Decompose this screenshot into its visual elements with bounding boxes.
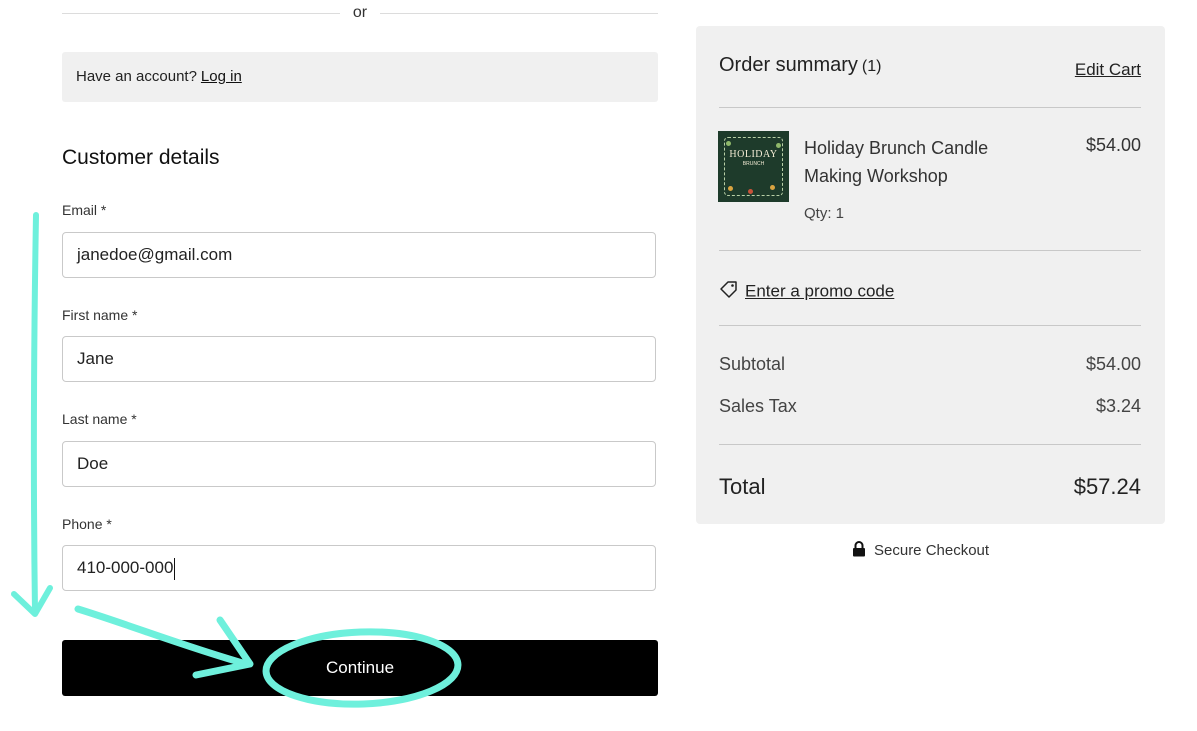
down-arrow-annotation (30, 212, 39, 615)
tag-icon (719, 279, 739, 304)
subtotal-label: Subtotal (719, 354, 786, 374)
continue-button[interactable]: Continue (62, 640, 658, 696)
product-thumbnail: HOLIDAY BRUNCH (718, 131, 789, 202)
subtotal-value: $54.00 (1085, 354, 1141, 374)
order-summary-title: Order summary (1) (719, 54, 881, 77)
total-value: $57.24 (1073, 474, 1141, 499)
summary-divider (719, 107, 1141, 108)
email-field[interactable]: janedoe@gmail.com (62, 232, 656, 278)
order-summary-label: Order summary (719, 54, 858, 76)
last-name-label: Last name * (62, 411, 137, 427)
secure-checkout-note: Secure Checkout (852, 541, 989, 561)
have-account-text: Have an account? Log in (76, 68, 242, 85)
last-name-value: Doe (77, 454, 109, 473)
edit-cart-link[interactable]: Edit Cart (1075, 60, 1141, 80)
email-label: Email * (62, 202, 107, 218)
first-name-field[interactable]: Jane (62, 336, 656, 382)
summary-divider (719, 444, 1141, 445)
summary-divider (719, 325, 1141, 326)
text-caret (174, 557, 176, 580)
divider-left-line (62, 13, 340, 14)
phone-value: 410-000-000 (77, 558, 174, 577)
product-name: Holiday Brunch Candle Making Workshop (804, 138, 989, 186)
sales-tax-value: $3.24 (1095, 396, 1141, 416)
have-account-banner: Have an account? Log in (62, 52, 658, 102)
promo-code-link[interactable]: Enter a promo code (719, 279, 894, 304)
sales-tax-label: Sales Tax (719, 396, 797, 416)
thumbnail-ornament (776, 143, 781, 148)
phone-field[interactable]: 410-000-000 (62, 545, 656, 591)
thumbnail-ornament (770, 185, 775, 190)
summary-divider (719, 250, 1141, 251)
thumbnail-ornament (728, 186, 733, 191)
down-arrowhead-annotation (11, 585, 53, 617)
thumbnail-title: HOLIDAY (729, 149, 778, 160)
email-value: janedoe@gmail.com (77, 245, 233, 264)
promo-code-label: Enter a promo code (745, 281, 895, 301)
have-account-prompt: Have an account? (76, 68, 197, 85)
order-summary-panel: Order summary (1) Edit Cart HOLIDAY BRUNC… (696, 26, 1165, 524)
customer-details-title: Customer details (62, 146, 220, 169)
thumbnail-ornament (726, 141, 731, 146)
secure-checkout-text: Secure Checkout (874, 541, 990, 559)
phone-label: Phone * (62, 516, 112, 532)
thumbnail-subtitle: BRUNCH (742, 161, 765, 167)
thumbnail-ornament (748, 189, 753, 194)
total-label: Total (719, 474, 766, 499)
first-name-label: First name * (62, 307, 138, 323)
lock-icon (852, 541, 866, 561)
product-price: $54.00 (1085, 135, 1141, 155)
order-item-count: (1) (861, 58, 882, 75)
last-name-field[interactable]: Doe (62, 441, 656, 487)
first-name-value: Jane (77, 349, 114, 368)
login-link[interactable]: Log in (201, 68, 242, 85)
divider-right-line (380, 13, 658, 14)
divider-or-text: or (352, 4, 368, 21)
product-quantity: Qty: 1 (804, 205, 845, 222)
